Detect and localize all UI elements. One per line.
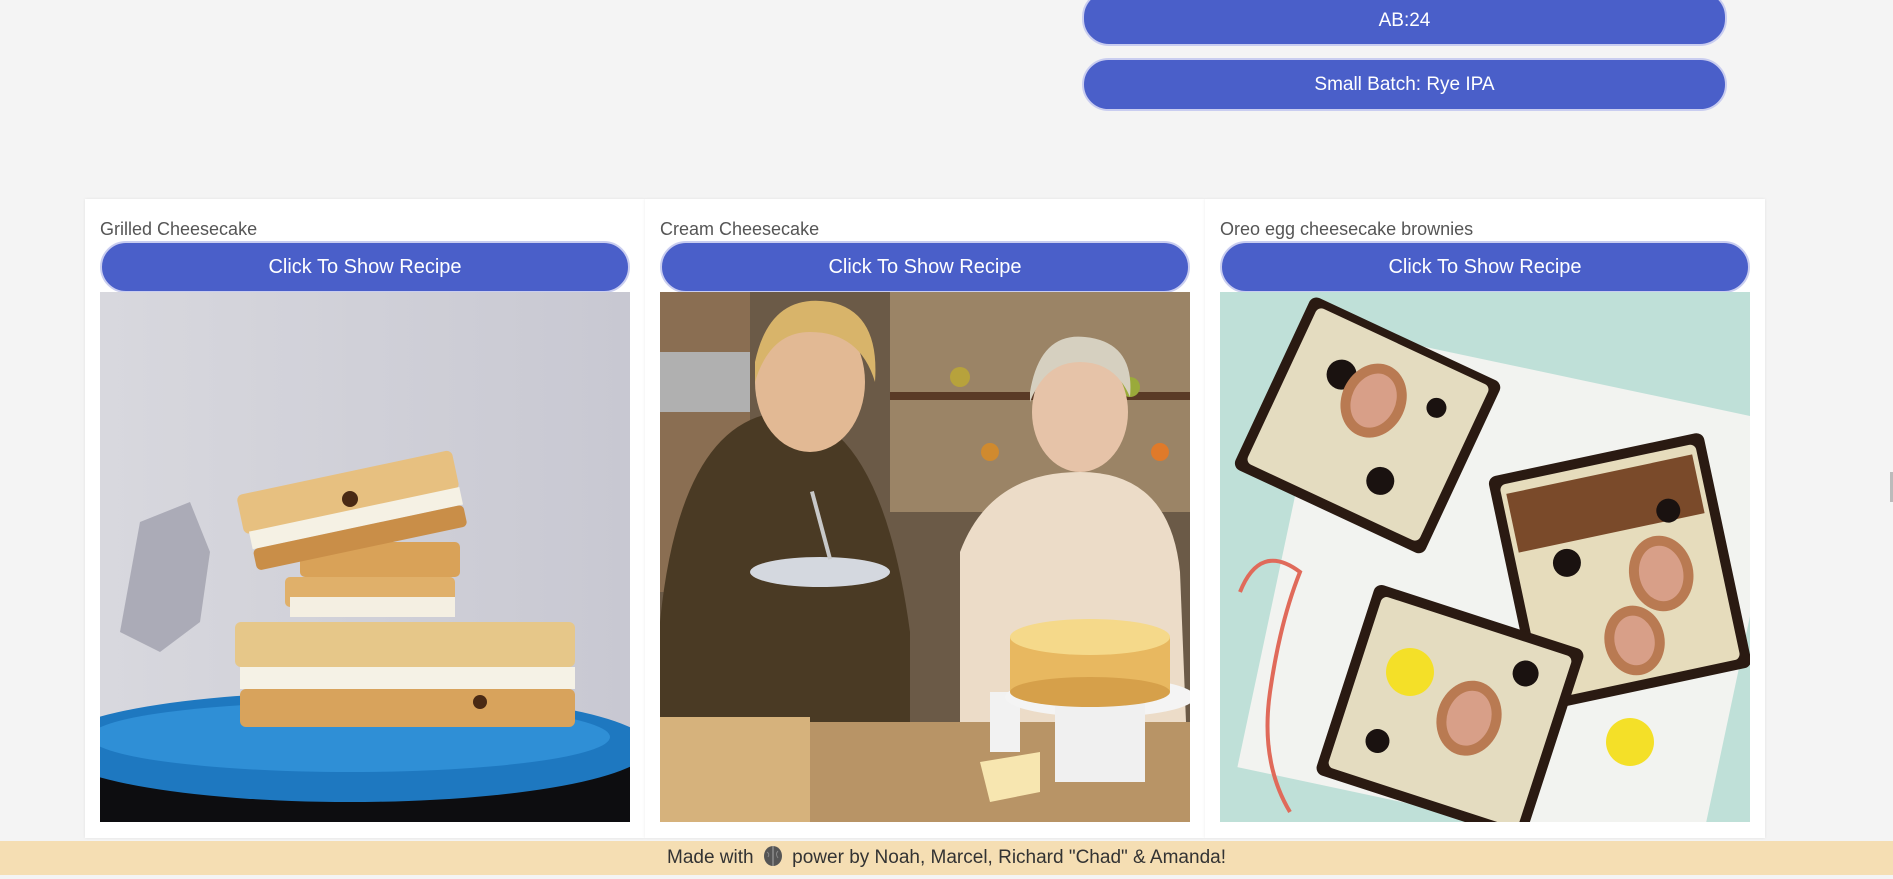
oreo-egg-cheesecake-brownies-photo (1220, 292, 1750, 822)
recipe-title: Grilled Cheesecake (100, 219, 258, 239)
recipe-card-list: Grilled Cheesecake Click To Show Recipe (85, 199, 1767, 838)
footer-credits: Made with power by Noah, Marcel, Richard… (0, 841, 1893, 875)
recipe-card-oreo-egg-cheesecake-brownies: Oreo egg cheesecake brownies Click To Sh… (1205, 199, 1765, 838)
footer-suffix: power by Noah, Marcel, Richard "Chad" & … (792, 847, 1226, 868)
recipe-title: Oreo egg cheesecake brownies (1220, 219, 1474, 239)
footer-prefix: Made with (667, 847, 754, 868)
show-recipe-button[interactable]: Click To Show Recipe (660, 241, 1190, 293)
recipe-title: Cream Cheesecake (660, 219, 820, 239)
recipe-card-cream-cheesecake: Cream Cheesecake Click To Show Recipe (645, 199, 1205, 838)
top-button-group: AB:24 Small Batch: Rye IPA (1082, 0, 1727, 123)
brain-icon (763, 845, 783, 867)
cream-cheesecake-photo (660, 292, 1190, 822)
ab-24-button[interactable]: AB:24 (1082, 0, 1727, 46)
show-recipe-button[interactable]: Click To Show Recipe (1220, 241, 1750, 293)
recipe-card-grilled-cheesecake: Grilled Cheesecake Click To Show Recipe (85, 199, 645, 838)
small-batch-rye-ipa-button[interactable]: Small Batch: Rye IPA (1082, 58, 1727, 111)
show-recipe-button[interactable]: Click To Show Recipe (100, 241, 630, 293)
grilled-cheesecake-photo (100, 292, 630, 822)
